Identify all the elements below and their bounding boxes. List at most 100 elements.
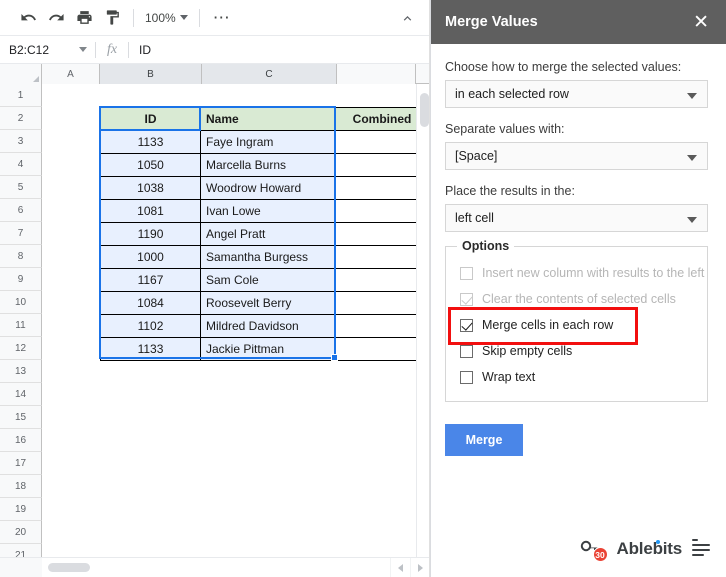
row-header-6[interactable]: 6: [0, 199, 42, 222]
row-header-19[interactable]: 19: [0, 498, 42, 521]
table-cell[interactable]: Ivan Lowe: [200, 199, 335, 223]
row-header-14[interactable]: 14: [0, 383, 42, 406]
table-header-cell[interactable]: ID: [100, 107, 201, 131]
zoom-dropdown[interactable]: 100%: [141, 5, 192, 31]
checkbox-icon[interactable]: [460, 318, 473, 332]
close-icon[interactable]: ✕: [688, 11, 714, 34]
horizontal-scrollbar-track[interactable]: [42, 558, 390, 577]
option-label: Merge cells in each row: [482, 318, 614, 332]
row-header-20[interactable]: 20: [0, 521, 42, 544]
table-cell[interactable]: 1081: [100, 199, 201, 223]
menu-bar-1: [692, 544, 710, 546]
row-header-4[interactable]: 4: [0, 153, 42, 176]
table-cell[interactable]: Sam Cole: [200, 268, 335, 292]
table-cell[interactable]: 1084: [100, 291, 201, 315]
row-headers: 1234567891011121314151617181920212223: [0, 84, 42, 577]
column-header-b[interactable]: B: [100, 64, 202, 84]
table-cell[interactable]: Roosevelt Berry: [200, 291, 335, 315]
options-legend: Options: [457, 239, 515, 253]
undo-icon[interactable]: [14, 4, 42, 32]
option-row-4[interactable]: Wrap text: [446, 364, 707, 390]
scroll-right-button[interactable]: [410, 557, 429, 577]
merge-button[interactable]: Merge: [445, 424, 523, 456]
table-row: 1190 Angel Pratt: [100, 222, 429, 246]
table-row: 1167 Sam Cole: [100, 268, 429, 292]
table-cell[interactable]: Marcella Burns: [200, 153, 335, 177]
print-icon[interactable]: [70, 4, 98, 32]
row-header-3[interactable]: 3: [0, 130, 42, 153]
checkbox-icon: [460, 292, 473, 306]
vertical-scrollbar-thumb[interactable]: [420, 93, 429, 127]
table-cell[interactable]: 1050: [100, 153, 201, 177]
merge-how-select[interactable]: in each selected row: [445, 80, 708, 108]
table-cell[interactable]: 1167: [100, 268, 201, 292]
row-header-8[interactable]: 8: [0, 245, 42, 268]
column-headers: A B C: [0, 64, 429, 84]
menu-icon[interactable]: [692, 539, 712, 557]
row-header-17[interactable]: 17: [0, 452, 42, 475]
table-cell[interactable]: 1133: [100, 130, 201, 154]
license-key-icon[interactable]: 30: [579, 538, 608, 562]
table-row: 1133 Jackie Pittman: [100, 337, 429, 361]
row-header-5[interactable]: 5: [0, 176, 42, 199]
column-header-c[interactable]: C: [202, 64, 337, 84]
row-header-12[interactable]: 12: [0, 337, 42, 360]
row-header-13[interactable]: 13: [0, 360, 42, 383]
function-icon[interactable]: fx: [96, 42, 128, 58]
vertical-scrollbar[interactable]: [416, 84, 429, 558]
row-header-18[interactable]: 18: [0, 475, 42, 498]
table-row: 1050 Marcella Burns: [100, 153, 429, 177]
table-row: 1102 Mildred Davidson: [100, 314, 429, 338]
toolbar-divider-2: [198, 8, 200, 27]
table-cell[interactable]: 1133: [100, 337, 201, 361]
name-box[interactable]: B2:C12: [0, 36, 95, 64]
row-header-10[interactable]: 10: [0, 291, 42, 314]
option-row-2[interactable]: Merge cells in each row: [446, 312, 707, 338]
scroll-left-button[interactable]: [390, 557, 410, 577]
merge-values-panel: Merge Values ✕ Choose how to merge the s…: [430, 0, 726, 577]
paint-format-icon[interactable]: [98, 4, 126, 32]
row-header-16[interactable]: 16: [0, 429, 42, 452]
row-header-2[interactable]: 2: [0, 107, 42, 130]
row-header-7[interactable]: 7: [0, 222, 42, 245]
triangle-left-icon: [398, 563, 403, 572]
redo-icon[interactable]: [42, 4, 70, 32]
table-cell[interactable]: Samantha Burgess: [200, 245, 335, 269]
row-header-15[interactable]: 15: [0, 406, 42, 429]
toolbar: 100% ⋯: [0, 0, 429, 36]
horizontal-scrollbar-thumb[interactable]: [48, 562, 90, 572]
formula-input[interactable]: ID: [129, 43, 429, 57]
grid-canvas[interactable]: ID Name Combined 1133 Faye Ingram 1050 Marcell…: [42, 84, 429, 577]
name-box-chevron-down-icon[interactable]: [79, 47, 87, 52]
column-header-a[interactable]: A: [42, 64, 100, 84]
option-label: Skip empty cells: [482, 344, 573, 358]
table-cell[interactable]: 1102: [100, 314, 201, 338]
results-placement-select[interactable]: left cell: [445, 204, 708, 232]
menu-bar-2: [692, 549, 710, 551]
checkbox-icon[interactable]: [460, 370, 473, 384]
collapse-menus-icon[interactable]: [396, 8, 418, 28]
checkbox-icon[interactable]: [460, 344, 473, 358]
table-cell[interactable]: Woodrow Howard: [200, 176, 335, 200]
option-row-3[interactable]: Skip empty cells: [446, 338, 707, 364]
row-header-11[interactable]: 11: [0, 314, 42, 337]
separator-select[interactable]: [Space]: [445, 142, 708, 170]
table-row: 1000 Samantha Burgess: [100, 245, 429, 269]
column-header-d[interactable]: [337, 64, 416, 84]
horizontal-scrollbar[interactable]: [0, 557, 429, 577]
more-options-icon[interactable]: ⋯: [207, 9, 237, 26]
select-all-corner[interactable]: [0, 64, 42, 84]
table-cell[interactable]: Jackie Pittman: [200, 337, 335, 361]
table-cell[interactable]: 1000: [100, 245, 201, 269]
table-cell[interactable]: 1038: [100, 176, 201, 200]
row-header-1[interactable]: 1: [0, 84, 42, 107]
table-cell[interactable]: Mildred Davidson: [200, 314, 335, 338]
table-header-cell[interactable]: Name: [200, 107, 335, 131]
table-cell[interactable]: 1190: [100, 222, 201, 246]
spreadsheet-area: 100% ⋯ B2:C12 fx ID A B C 1 2 3 4 5 6 7 …: [0, 0, 430, 577]
table-cell[interactable]: Faye Ingram: [200, 130, 335, 154]
table-cell[interactable]: Angel Pratt: [200, 222, 335, 246]
row-header-9[interactable]: 9: [0, 268, 42, 291]
separator-value: [Space]: [455, 149, 498, 163]
zoom-value: 100%: [145, 10, 176, 25]
